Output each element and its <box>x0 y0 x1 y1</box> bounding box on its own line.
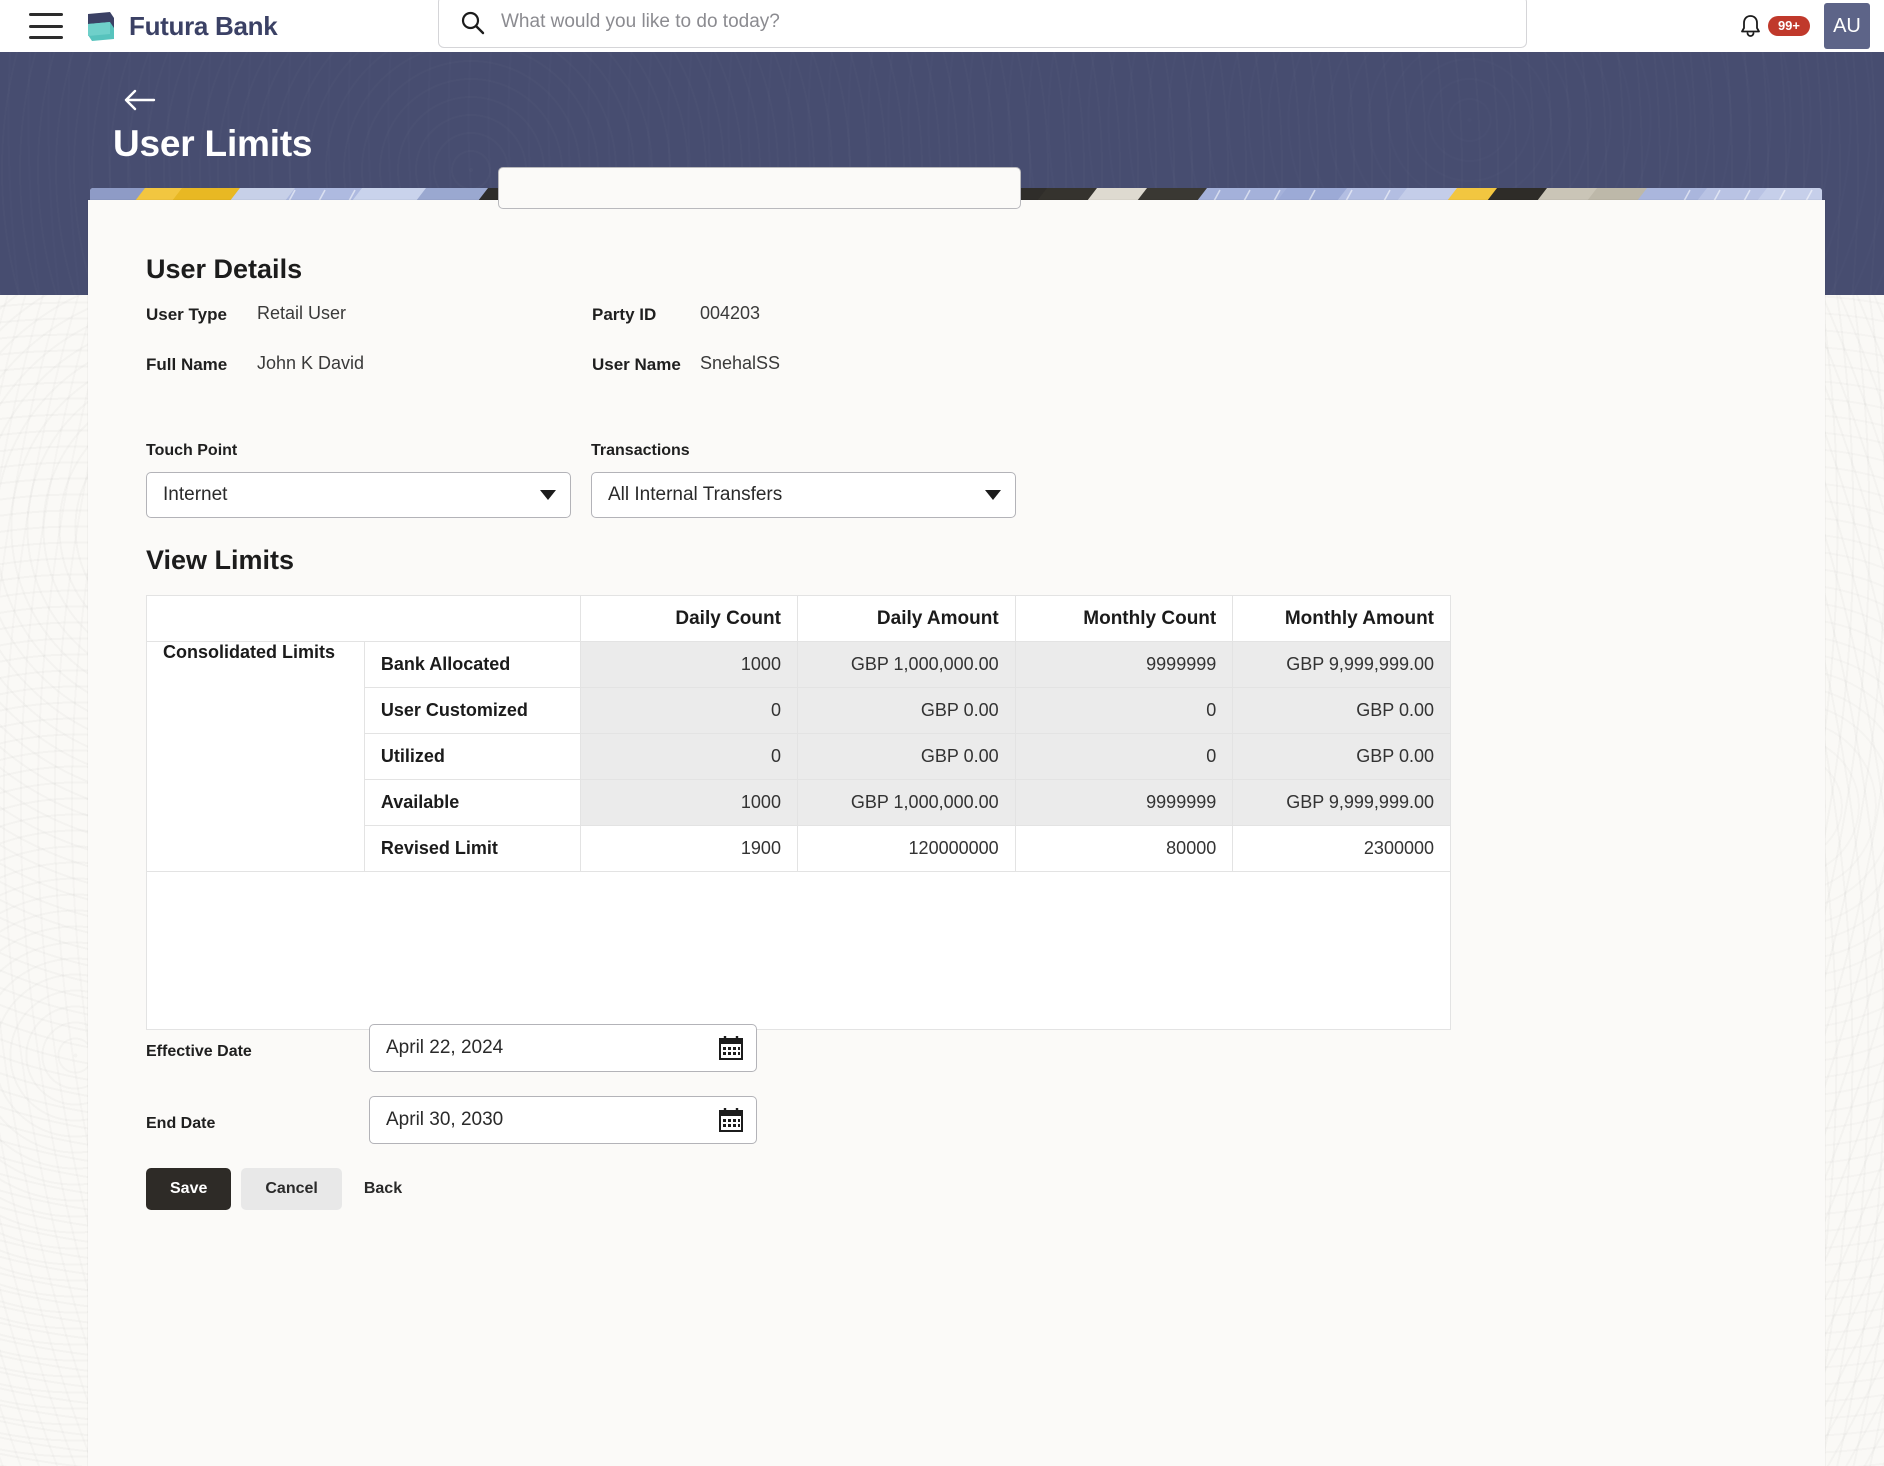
cell-daily-count: 1000 <box>579 641 798 688</box>
transactions-label: Transactions <box>591 442 690 459</box>
user-details-heading: User Details <box>146 254 303 284</box>
table-header-row: Daily Count Daily Amount Monthly Count M… <box>146 595 1451 642</box>
touch-point-select[interactable]: Internet <box>146 472 571 518</box>
cell-daily-amount: 120000000 <box>796 825 1016 872</box>
chevron-down-icon <box>985 490 1001 500</box>
end-date-field[interactable]: April 30, 2030 <box>369 1096 757 1144</box>
notification-bell-icon <box>1739 14 1762 39</box>
user-name-value: SnehalSS <box>700 353 781 373</box>
cancel-button[interactable]: Cancel <box>241 1168 342 1210</box>
futura-bank-logo-icon <box>84 10 118 42</box>
party-id-value: 004203 <box>700 303 761 323</box>
cell-monthly-amount: GBP 0.00 <box>1232 733 1451 780</box>
touch-point-value: Internet <box>163 484 228 505</box>
cell-daily-amount: GBP 0.00 <box>796 687 1016 734</box>
table-header: Daily Count Daily Amount Monthly Count M… <box>146 595 1451 642</box>
cell-monthly-amount: GBP 9,999,999.00 <box>1232 779 1451 826</box>
table-body: Consolidated Limits Bank Allocated 1000 … <box>146 641 1451 872</box>
row-label-revised-limit: Revised Limit <box>363 825 581 872</box>
cell-monthly-count: 9999999 <box>1014 641 1234 688</box>
search-input[interactable] <box>501 11 1401 33</box>
effective-date-field[interactable]: April 22, 2024 <box>369 1024 757 1072</box>
cell-monthly-count: 9999999 <box>1014 779 1234 826</box>
table-header-monthly-amount: Monthly Amount <box>1232 595 1451 642</box>
back-button[interactable]: Back <box>352 1168 414 1210</box>
transactions-value: All Internal Transfers <box>608 484 783 505</box>
row-label-utilized: Utilized <box>363 733 581 780</box>
cell-daily-count: 0 <box>579 733 798 780</box>
cell-monthly-amount: GBP 9,999,999.00 <box>1232 641 1451 688</box>
view-limits-table: Daily Count Daily Amount Monthly Count M… <box>146 595 1451 872</box>
cell-daily-count: 1000 <box>579 779 798 826</box>
table-header-monthly-count: Monthly Count <box>1014 595 1234 642</box>
user-type-label: User Type <box>146 305 227 324</box>
party-id-label: Party ID <box>592 305 657 324</box>
notifications-button[interactable]: 99+ <box>1739 14 1810 39</box>
cell-daily-amount: GBP 1,000,000.00 <box>796 641 1016 688</box>
search-icon <box>460 10 485 35</box>
page-root: User Limits User Details User Type Retai… <box>0 0 1884 1466</box>
effective-date-label: Effective Date <box>146 1043 252 1060</box>
brand[interactable]: Futura Bank <box>84 10 278 42</box>
cell-daily-count: 1900 <box>579 825 798 872</box>
consolidated-limits-group-label: Consolidated Limits <box>146 641 365 872</box>
table-header-blank <box>146 595 581 642</box>
full-name-value: John K David <box>257 353 365 373</box>
full-name-label: Full Name <box>146 355 228 374</box>
chevron-down-icon <box>540 490 556 500</box>
touch-point-label: Touch Point <box>146 442 238 459</box>
cell-monthly-count: 80000 <box>1014 825 1234 872</box>
cell-daily-amount: GBP 1,000,000.00 <box>796 779 1016 826</box>
cell-daily-amount: GBP 0.00 <box>796 733 1016 780</box>
avatar-initials: AU <box>1833 14 1861 37</box>
view-limits-heading: View Limits <box>146 545 295 575</box>
row-label-bank-allocated: Bank Allocated <box>363 641 581 688</box>
main-content-card: User Details User Type Retail User Party… <box>88 167 1825 1466</box>
transactions-select[interactable]: All Internal Transfers <box>591 472 1016 518</box>
calendar-icon[interactable] <box>718 1107 744 1133</box>
effective-date-value: April 22, 2024 <box>386 1037 504 1058</box>
hamburger-icon[interactable] <box>29 13 63 39</box>
table-header-daily-amount: Daily Amount <box>796 595 1016 642</box>
row-label-available: Available <box>363 779 581 826</box>
back-arrow-icon[interactable] <box>120 85 158 115</box>
save-button[interactable]: Save <box>146 1168 232 1210</box>
page-title: User Limits <box>113 123 313 164</box>
table-row: Consolidated Limits Bank Allocated 1000 … <box>146 641 1451 872</box>
cell-monthly-amount: 2300000 <box>1232 825 1451 872</box>
global-search-bar[interactable] <box>438 0 1527 48</box>
end-date-value: April 30, 2030 <box>386 1109 504 1130</box>
calendar-icon[interactable] <box>718 1035 744 1061</box>
end-date-label: End Date <box>146 1115 216 1132</box>
cell-monthly-count: 0 <box>1014 687 1234 734</box>
action-buttons: Save Cancel Back <box>146 1168 414 1210</box>
top-navigation-bar: Futura Bank 99+ <box>0 0 1884 52</box>
top-bar-right-actions: 99+ AU <box>1739 0 1870 52</box>
row-label-user-customized: User Customized <box>363 687 581 734</box>
avatar[interactable]: AU <box>1824 3 1870 49</box>
user-type-value: Retail User <box>257 303 347 323</box>
cell-daily-count: 0 <box>579 687 798 734</box>
notification-count-badge: 99+ <box>1767 16 1810 36</box>
brand-name: Futura Bank <box>129 10 278 41</box>
cell-monthly-count: 0 <box>1014 733 1234 780</box>
overlapped-input-field[interactable] <box>498 167 1021 209</box>
user-name-label: User Name <box>592 355 681 374</box>
table-header-daily-count: Daily Count <box>579 595 798 642</box>
cell-monthly-amount: GBP 0.00 <box>1232 687 1451 734</box>
